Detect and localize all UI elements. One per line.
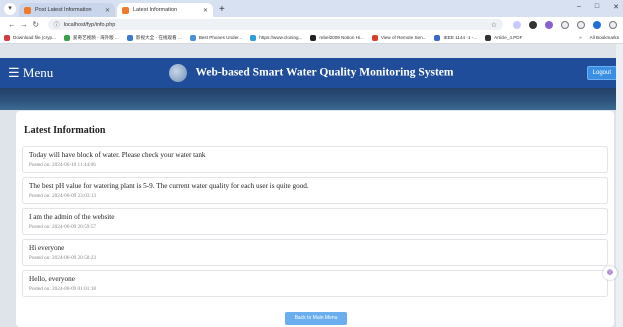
- site-title: Web-based Smart Water Quality Monitoring…: [0, 64, 623, 82]
- bookmark-icon: [63, 34, 70, 41]
- bookmark-item[interactable]: IEEE 1144 -1 -...: [434, 34, 478, 41]
- bookmark-item[interactable]: View of Remote Sen...: [371, 34, 427, 41]
- reload-icon[interactable]: ↻: [30, 20, 42, 29]
- post-timestamp: Posted on: 2024-06-09 23:03:13: [29, 193, 97, 199]
- post-timestamp: Posted on: 2024-06-09 01:01:18: [29, 286, 97, 292]
- list-item: Hello, everyone Posted on: 2024-06-09 01…: [22, 270, 608, 297]
- bookmark-icon: [250, 34, 257, 41]
- bookmark-icon: [434, 34, 441, 41]
- bookmark-label: Download file (cryp...: [13, 35, 56, 40]
- bookmark-item[interactable]: rebel2009 Notion Hi...: [310, 34, 364, 41]
- post-timestamp: Posted on: 2024-06-09 20:58:23: [29, 255, 97, 261]
- browser-tab-bar: ▾ Post Latest Information ✕ Latest Infor…: [0, 0, 623, 17]
- tab-favicon-icon: [122, 6, 129, 14]
- post-timestamp: Posted on: 2024-06-10 11:44:06: [29, 162, 96, 168]
- forward-arrow-icon[interactable]: →: [18, 20, 30, 29]
- bookmark-label: 爱奇艺视频 - 海外版 ...: [72, 34, 119, 40]
- menu-button[interactable]: ☰ Menu: [8, 65, 53, 81]
- site-title-text: Web-based Smart Water Quality Monitoring…: [195, 66, 454, 79]
- extension-icon[interactable]: [545, 20, 553, 29]
- browser-tab-active[interactable]: Latest Information ✕: [117, 3, 213, 17]
- list-item: Hi everyone Posted on: 2024-06-09 20:58:…: [22, 239, 608, 266]
- list-item: The best pH value for watering plant is …: [22, 177, 608, 204]
- bookmarks-bar: Download file (cryp... 爱奇艺视频 - 海外版 ... 影…: [0, 32, 623, 44]
- bookmark-item[interactable]: 影视大全 - 在线观看 ...: [126, 34, 182, 41]
- minimize-icon[interactable]: –: [577, 3, 581, 11]
- page-scrollbar[interactable]: [616, 44, 623, 327]
- bookmarks-right: » All Bookmarks: [579, 35, 619, 40]
- extension-icons: [513, 20, 617, 29]
- post-message: Hi everyone: [29, 244, 65, 252]
- bookmark-item[interactable]: https://www.cloning...: [250, 34, 303, 41]
- bookmark-label: View of Remote Sen...: [380, 35, 427, 40]
- bookmark-icon: [371, 34, 378, 41]
- url-field[interactable]: ⓘ localhost/fyp/info.php ☆: [47, 19, 503, 30]
- post-message: The best pH value for watering plant is …: [29, 182, 309, 190]
- water-banner-image: [0, 88, 623, 110]
- back-arrow-icon[interactable]: ←: [6, 20, 18, 29]
- floating-assistant-icon[interactable]: ❁: [603, 266, 617, 280]
- new-tab-button[interactable]: +: [219, 4, 225, 15]
- extension-icon[interactable]: [529, 20, 537, 29]
- tab-search-icon[interactable]: ▾: [4, 3, 16, 15]
- url-text: localhost/fyp/info.php: [63, 21, 116, 28]
- bookmark-icon: [4, 34, 10, 41]
- extension-icon[interactable]: [513, 20, 521, 29]
- bookmark-label: Best Phones Under...: [198, 35, 243, 40]
- post-timestamp: Posted on: 2024-06-09 20:59:57: [29, 224, 97, 230]
- bookmark-item[interactable]: Download file (cryp...: [4, 34, 56, 41]
- close-window-icon[interactable]: ✕: [613, 3, 619, 11]
- all-bookmarks-button[interactable]: All Bookmarks: [590, 35, 619, 40]
- bookmark-label: Article_4.PDF: [494, 35, 523, 40]
- tab-label: Latest Information: [133, 7, 178, 13]
- app-header: ☰ Menu Web-based Smart Water Quality Mon…: [0, 58, 623, 88]
- post-message: Hello, everyone: [29, 275, 75, 283]
- back-to-main-menu-button[interactable]: Back to Main Menu: [285, 312, 347, 325]
- bookmark-item[interactable]: Best Phones Under...: [189, 34, 243, 41]
- tab-favicon-icon: [24, 6, 31, 14]
- maximize-icon[interactable]: □: [595, 3, 599, 11]
- list-item: Today will have block of water. Please c…: [22, 146, 608, 173]
- bookmark-label: IEEE 1144 -1 -...: [443, 35, 478, 40]
- bookmark-label: rebel2009 Notion Hi...: [319, 35, 364, 40]
- site-info-icon[interactable]: ⓘ: [54, 20, 60, 29]
- latest-information-panel: Latest Information Today will have block…: [16, 111, 614, 327]
- bookmark-star-icon[interactable]: ☆: [491, 21, 497, 29]
- logout-button[interactable]: Logout: [586, 66, 617, 80]
- close-tab-icon[interactable]: ✕: [105, 7, 110, 14]
- bookmark-icon: [189, 34, 196, 41]
- more-menu-icon[interactable]: [609, 20, 617, 29]
- bookmark-item[interactable]: 爱奇艺视频 - 海外版 ...: [63, 34, 119, 41]
- globe-logo-icon: [169, 64, 188, 82]
- close-tab-icon[interactable]: ✕: [203, 7, 208, 14]
- address-bar: ← → ↻ ⓘ localhost/fyp/info.php ☆: [0, 17, 623, 32]
- tab-label: Post Latest Information: [35, 7, 92, 13]
- window-controls: – □ ✕: [577, 3, 619, 11]
- list-item: I am the admin of the website Posted on:…: [22, 208, 608, 235]
- bookmark-label: https://www.cloning...: [259, 35, 303, 40]
- bookmark-item[interactable]: Article_4.PDF: [485, 34, 523, 41]
- extensions-puzzle-icon[interactable]: [561, 20, 569, 29]
- bookmark-icon: [310, 34, 317, 41]
- post-message: I am the admin of the website: [29, 213, 115, 221]
- bookmark-icon: [126, 34, 133, 41]
- bookmark-icon: [485, 34, 492, 41]
- post-list: Today will have block of water. Please c…: [22, 146, 608, 301]
- reading-list-icon[interactable]: [577, 20, 585, 29]
- bookmark-label: 影视大全 - 在线观看 ...: [135, 34, 182, 40]
- bookmarks-overflow-icon[interactable]: »: [579, 35, 582, 40]
- post-message: Today will have block of water. Please c…: [29, 151, 206, 159]
- page-title: Latest Information: [24, 125, 106, 136]
- profile-avatar-icon[interactable]: [593, 20, 601, 29]
- browser-tab[interactable]: Post Latest Information ✕: [19, 3, 115, 17]
